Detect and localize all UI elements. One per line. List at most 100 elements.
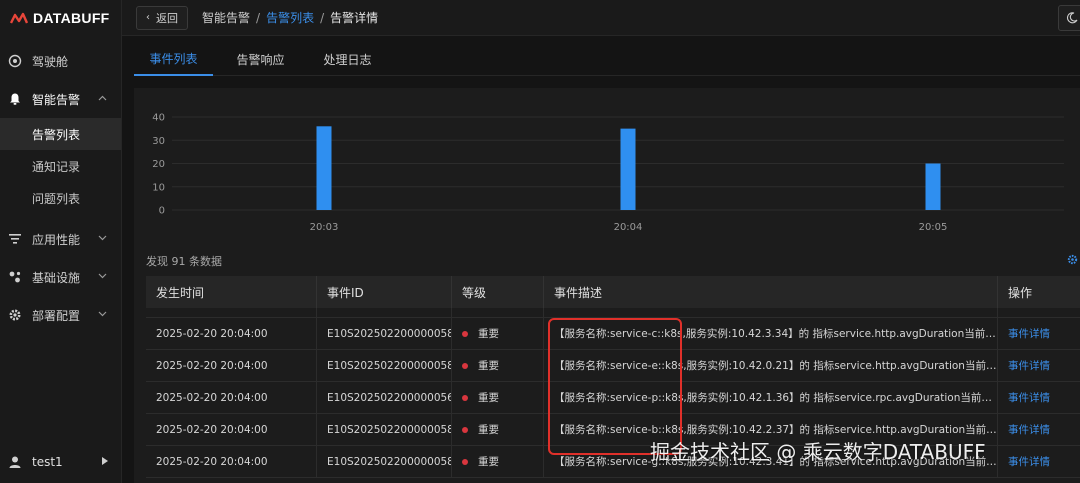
cell-time: 2025-02-20 20:04:00 xyxy=(146,446,317,477)
cockpit-icon xyxy=(8,54,22,68)
app-performance-icon xyxy=(8,232,22,246)
bell-icon xyxy=(8,92,22,106)
column-header-description[interactable]: 事件描述 xyxy=(544,276,998,308)
level-label: 重要 xyxy=(478,392,499,404)
user-avatar-icon xyxy=(8,455,22,469)
sidebar-item-smart-alert[interactable]: 智能告警 xyxy=(0,80,121,118)
severity-dot-icon xyxy=(462,458,468,465)
event-detail-link[interactable]: 事件详情 xyxy=(998,318,1080,349)
x-tick-label: 20:04 xyxy=(614,222,643,233)
y-tick-label: 20 xyxy=(152,159,165,170)
event-detail-link[interactable]: 事件详情 xyxy=(998,414,1080,445)
cell-level: 重要 xyxy=(452,350,544,381)
brand-logo[interactable]: DATABUFF xyxy=(0,0,121,36)
sidebar-item-label: 驾驶舱 xyxy=(32,54,69,69)
user-menu[interactable]: test1 xyxy=(0,447,122,477)
y-tick-label: 40 xyxy=(152,113,165,124)
chevron-left-icon: ‹ xyxy=(146,12,150,23)
theme-toggle-button[interactable] xyxy=(1058,5,1080,31)
event-detail-link[interactable]: 事件详情 xyxy=(998,446,1080,477)
severity-dot-icon xyxy=(462,426,468,433)
level-label: 重要 xyxy=(478,328,499,340)
result-count: 发现 91 条数据 xyxy=(146,255,222,268)
level-label: 重要 xyxy=(478,456,499,468)
sidebar-item-deploy-config[interactable]: 部署配置 xyxy=(0,296,121,334)
tab-process-log[interactable]: 处理日志 xyxy=(308,42,387,76)
table-cell xyxy=(998,308,1080,317)
chevron-down-icon xyxy=(98,273,107,279)
table-cell xyxy=(452,308,544,317)
sidebar-item-label: 应用性能 xyxy=(32,232,81,247)
sidebar-subitem-alert-list[interactable]: 告警列表 xyxy=(0,118,121,150)
tab-event-list[interactable]: 事件列表 xyxy=(134,42,213,76)
chart-bar[interactable] xyxy=(925,163,941,211)
severity-dot-icon xyxy=(462,394,468,401)
cell-time: 2025-02-20 20:04:00 xyxy=(146,318,317,349)
sidebar-subitem-problem-list[interactable]: 问题列表 xyxy=(0,182,121,214)
breadcrumb-separator: / xyxy=(320,10,325,25)
cell-level: 重要 xyxy=(452,318,544,349)
cell-event-id: E10S2025022000000583 xyxy=(317,414,452,445)
gear-icon xyxy=(8,308,22,322)
watermark-text: 掘金技术社区 @ 乘云数字DATABUFF xyxy=(650,440,986,464)
level-label: 重要 xyxy=(478,424,499,436)
column-header-time[interactable]: 发生时间 xyxy=(146,276,317,308)
y-tick-label: 30 xyxy=(152,136,165,147)
table-cell xyxy=(146,308,317,317)
table-cell xyxy=(317,308,452,317)
chevron-down-icon xyxy=(98,311,107,317)
sidebar: DATABUFF 驾驶舱 智能告警 告警列表 通知记录 问题列表 应用性能 基础… xyxy=(0,0,122,483)
sidebar-item-cockpit[interactable]: 驾驶舱 xyxy=(0,42,121,80)
back-button-label: 返回 xyxy=(156,11,178,25)
moon-icon xyxy=(1067,12,1078,24)
table-header: 发生时间 事件ID 等级 事件描述 操作 xyxy=(146,276,1080,308)
chart-bar[interactable] xyxy=(316,126,332,210)
chevron-up-icon xyxy=(98,95,107,101)
sidebar-item-app-performance[interactable]: 应用性能 xyxy=(0,220,121,258)
event-detail-link[interactable]: 事件详情 xyxy=(998,350,1080,381)
tab-bar: 事件列表 告警响应 处理日志 xyxy=(134,42,1080,76)
cell-event-id: E10S2025022000000584 xyxy=(317,350,452,381)
event-detail-link[interactable]: 事件详情 xyxy=(998,382,1080,413)
tab-alert-response[interactable]: 告警响应 xyxy=(221,42,300,76)
column-header-action: 操作 xyxy=(1008,285,1033,300)
level-label: 重要 xyxy=(478,360,499,372)
databuff-logo-icon xyxy=(10,12,28,24)
sidebar-item-label: 部署配置 xyxy=(32,308,81,323)
sidebar-subitem-notification-records[interactable]: 通知记录 xyxy=(0,150,121,182)
column-header-level[interactable]: 等级 xyxy=(452,276,544,308)
breadcrumb-item-alert-list[interactable]: 告警列表 xyxy=(266,9,314,26)
cell-level: 重要 xyxy=(452,382,544,413)
back-button[interactable]: ‹ 返回 xyxy=(136,5,188,30)
table-cell xyxy=(544,308,998,317)
y-tick-label: 10 xyxy=(152,182,165,193)
sidebar-item-label: 基础设施 xyxy=(32,270,81,285)
infrastructure-icon xyxy=(8,270,22,284)
event-bar-chart: 0 10 20 30 40 20:03 20:04 20:05 xyxy=(152,113,1064,233)
sidebar-item-infrastructure[interactable]: 基础设施 xyxy=(0,258,121,296)
chart-bar[interactable] xyxy=(620,128,636,210)
sidebar-subitem-label: 通知记录 xyxy=(32,159,81,174)
settings-gear-icon[interactable] xyxy=(1067,254,1078,265)
sidebar-item-label: 智能告警 xyxy=(32,92,81,107)
y-tick-label: 0 xyxy=(159,206,165,217)
column-header-event-id[interactable]: 事件ID xyxy=(317,276,452,308)
severity-dot-icon xyxy=(462,330,468,337)
sidebar-subitem-label: 问题列表 xyxy=(32,191,81,206)
breadcrumb-separator: / xyxy=(256,10,261,25)
severity-dot-icon xyxy=(462,362,468,369)
brand-name: DATABUFF xyxy=(33,10,110,26)
cell-level: 重要 xyxy=(452,414,544,445)
breadcrumb-item-alert-detail: 告警详情 xyxy=(330,11,379,25)
cell-time: 2025-02-20 20:04:00 xyxy=(146,350,317,381)
table-row-partial xyxy=(146,308,1080,318)
cell-time: 2025-02-20 20:04:00 xyxy=(146,414,317,445)
cell-time: 2025-02-20 20:04:00 xyxy=(146,382,317,413)
user-name: test1 xyxy=(32,455,63,469)
highlight-box xyxy=(548,318,682,455)
breadcrumb-item-smart-alert[interactable]: 智能告警 xyxy=(202,9,250,26)
x-tick-label: 20:05 xyxy=(919,222,948,233)
top-bar: ‹ 返回 智能告警 / 告警列表 / 告警详情 xyxy=(122,0,1080,36)
caret-right-icon xyxy=(102,457,108,465)
x-tick-label: 20:03 xyxy=(310,222,339,233)
